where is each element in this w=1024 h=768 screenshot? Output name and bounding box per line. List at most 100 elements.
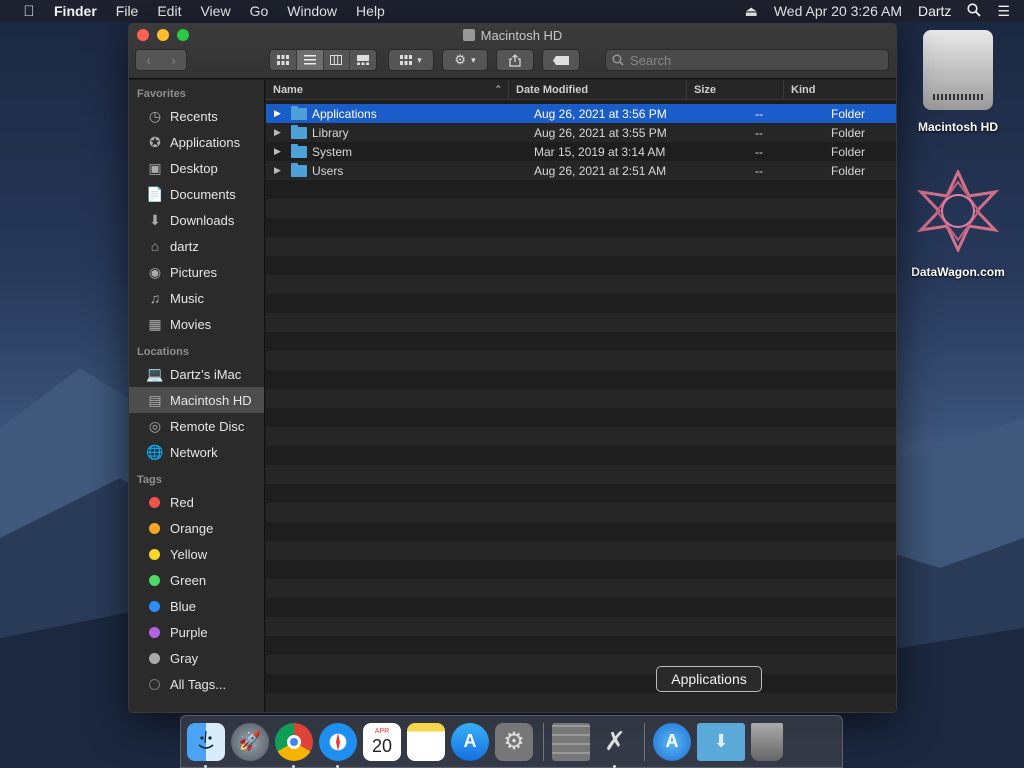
empty-row [266,446,896,465]
table-row[interactable]: ▶ Library Aug 26, 2021 at 3:55 PM -- Fol… [266,123,896,142]
film-icon: ▦ [148,315,162,332]
finder-icon[interactable] [187,722,225,768]
empty-row [266,636,896,655]
empty-row [266,617,896,636]
sidebar-item-home[interactable]: ⌂ dartz [129,233,264,259]
table-row[interactable]: ▶ Applications Aug 26, 2021 at 3:56 PM -… [266,104,896,123]
finder-window: Macintosh HD ‹ › ▾ ⚙ ▾ Search Favorites … [128,23,897,713]
sidebar-item-imac[interactable]: 💻 Dartz’s iMac [129,361,264,387]
system-preferences-icon[interactable]: ⚙ [495,722,533,761]
disk-icon: ▤ [148,391,162,408]
menubar-clock[interactable]: Wed Apr 20 3:26 AM [774,3,902,19]
disclosure-triangle-icon[interactable]: ▶ [274,127,286,138]
notification-center-icon[interactable]: ☰ [997,3,1010,20]
applications-folder-icon[interactable]: A [653,722,691,761]
sidebar-item-network[interactable]: 🌐 Network [129,439,264,465]
sidebar-tag-green[interactable]: Green [129,567,264,593]
empty-row [266,389,896,408]
disk-icon [462,29,475,41]
notes-icon[interactable] [407,722,445,761]
datawagon-logo-icon [916,168,1000,254]
column-header-size[interactable]: Size [687,80,784,99]
sidebar-item-downloads[interactable]: ⬇ Downloads [129,207,264,233]
list-view-button[interactable] [296,50,324,70]
table-row[interactable]: ▶ System Mar 15, 2019 at 3:14 AM -- Fold… [266,142,896,161]
share-icon [509,53,521,67]
app-store-icon[interactable]: A [451,722,489,761]
sidebar: Favorites ◷ Recents ✪ Applications ▣ Deskto… [129,80,265,712]
desktop-hd-label: Macintosh HD [917,120,998,134]
table-row[interactable]: ▶ Users Aug 26, 2021 at 2:51 AM -- Folde… [266,161,896,180]
menu-window[interactable]: Window [287,3,337,19]
search-input[interactable] [630,52,870,68]
disclosure-triangle-icon[interactable]: ▶ [274,108,286,119]
sidebar-item-desktop[interactable]: ▣ Desktop [129,155,264,181]
calendar-month: APR [374,728,390,735]
sidebar-tag-blue[interactable]: Blue [129,593,264,619]
column-header-kind[interactable]: Kind [784,80,896,99]
menubar-user[interactable]: Dartz [918,3,951,19]
sidebar-tag-orange[interactable]: Orange [129,515,264,541]
apple-icon[interactable]:  [18,3,40,20]
sidebar-item-remote-disc[interactable]: ◎ Remote Disc [129,413,264,439]
calendar-icon[interactable]: APR 20 [363,722,401,761]
desktop-macintosh-hd[interactable]: Macintosh HD [906,30,1010,134]
file-date: Aug 26, 2021 at 3:55 PM [534,125,667,140]
sidebar-tag-yellow[interactable]: Yellow [129,541,264,567]
column-header-name[interactable]: Name ⌃ [266,80,509,99]
menu-go[interactable]: Go [250,3,269,19]
file-name: System [312,144,353,159]
spotlight-icon[interactable] [967,2,982,20]
sidebar-item-recents[interactable]: ◷ Recents [129,103,264,129]
empty-row [266,560,896,579]
sidebar-tag-gray[interactable]: Gray [129,645,264,671]
search-field[interactable] [605,49,889,71]
menu-app-name[interactable]: Finder [54,3,97,19]
window-title: Macintosh HD [129,28,896,43]
dock-separator [543,722,544,761]
menu-file[interactable]: File [116,3,139,19]
sidebar-tag-purple[interactable]: Purple [129,619,264,645]
sidebar-item-applications[interactable]: ✪ Applications [129,129,264,155]
calculator-icon[interactable] [552,722,590,761]
utility-icon[interactable]: ✗ [596,723,634,768]
chrome-icon[interactable] [275,722,313,768]
group-by-button[interactable]: ▾ [388,49,434,71]
sidebar-all-tags[interactable]: All Tags... [129,671,264,697]
icon-view-button[interactable] [270,50,297,70]
sidebar-item-documents[interactable]: 📄 Documents [129,181,264,207]
launchpad-icon[interactable]: 🚀 [231,722,269,761]
music-icon: ♫ [149,290,161,306]
edit-tags-button[interactable] [542,49,580,71]
column-view-button[interactable] [324,50,351,70]
sidebar-tag-red[interactable]: Red [129,489,264,515]
disclosure-triangle-icon[interactable]: ▶ [274,165,286,176]
empty-row [266,294,896,313]
menu-view[interactable]: View [200,3,230,19]
column-headers: Name ⌃ Date Modified Size Kind [266,80,896,100]
action-button[interactable]: ⚙ ▾ [442,49,488,71]
sidebar-item-macintosh-hd[interactable]: ▤ Macintosh HD [129,387,264,413]
desktop-datawagon[interactable]: DataWagon.com [900,168,1016,279]
empty-row [266,484,896,503]
safari-icon[interactable] [319,722,357,768]
share-button[interactable] [496,49,534,71]
menu-edit[interactable]: Edit [157,3,181,19]
gear-icon: ⚙ [454,52,467,67]
sidebar-item-pictures[interactable]: ◉ Pictures [129,259,264,285]
trash-icon[interactable] [751,722,783,761]
menu-bar:  Finder File Edit View Go Window Help ⏏… [0,0,1024,22]
forward-button[interactable]: › [161,53,186,68]
menu-help[interactable]: Help [356,3,385,19]
sidebar-item-movies[interactable]: ▦ Movies [129,311,264,337]
file-kind: Folder [831,106,866,121]
sidebar-item-music[interactable]: ♫ Music [129,285,264,311]
window-titlebar[interactable]: Macintosh HD ‹ › ▾ ⚙ ▾ [129,24,896,79]
downloads-folder-icon[interactable]: ⬇ [697,722,745,761]
eject-icon[interactable]: ⏏ [745,3,758,20]
column-header-date[interactable]: Date Modified [509,80,687,99]
gallery-view-button[interactable] [350,50,376,70]
back-button[interactable]: ‹ [136,53,161,68]
empty-row [266,313,896,332]
disclosure-triangle-icon[interactable]: ▶ [274,146,286,157]
